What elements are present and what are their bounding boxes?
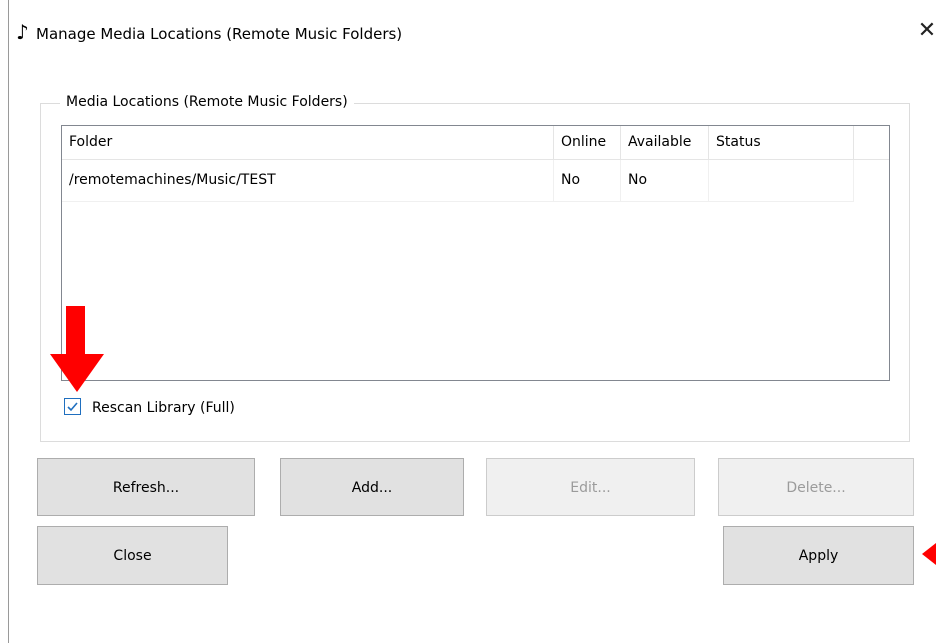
close-window-button[interactable]: ✕ bbox=[912, 16, 936, 46]
column-header-online[interactable]: Online bbox=[554, 126, 621, 159]
media-locations-listview[interactable]: Folder Online Available Status /remotema… bbox=[61, 125, 890, 381]
apply-button[interactable]: Apply bbox=[723, 526, 914, 585]
column-header-status[interactable]: Status bbox=[709, 126, 854, 159]
refresh-button[interactable]: Refresh... bbox=[37, 458, 255, 516]
add-button[interactable]: Add... bbox=[280, 458, 464, 516]
groupbox-legend: Media Locations (Remote Music Folders) bbox=[60, 92, 354, 112]
cell-available: No bbox=[621, 160, 709, 201]
delete-button[interactable]: Delete... bbox=[718, 458, 914, 516]
window-title: Manage Media Locations (Remote Music Fol… bbox=[36, 25, 403, 43]
column-header-folder[interactable]: Folder bbox=[62, 126, 554, 159]
cell-folder: /remotemachines/Music/TEST bbox=[62, 160, 554, 201]
column-header-filler bbox=[854, 126, 889, 159]
cell-online: No bbox=[554, 160, 621, 201]
red-arrow-annotation-icon bbox=[50, 306, 104, 392]
music-note-icon: ♪ bbox=[16, 20, 29, 44]
close-icon: ✕ bbox=[917, 18, 936, 43]
cell-status bbox=[709, 160, 854, 201]
column-header-available[interactable]: Available bbox=[621, 126, 709, 159]
red-pointer-annotation-icon bbox=[922, 543, 936, 565]
table-row[interactable]: /remotemachines/Music/TEST No No bbox=[62, 160, 854, 202]
listview-header: Folder Online Available Status bbox=[62, 126, 889, 160]
checkmark-icon bbox=[67, 402, 78, 412]
edit-button[interactable]: Edit... bbox=[486, 458, 695, 516]
rescan-library-checkbox[interactable] bbox=[64, 398, 81, 415]
window-border bbox=[8, 0, 9, 643]
close-button[interactable]: Close bbox=[37, 526, 228, 585]
rescan-library-label[interactable]: Rescan Library (Full) bbox=[92, 398, 235, 418]
